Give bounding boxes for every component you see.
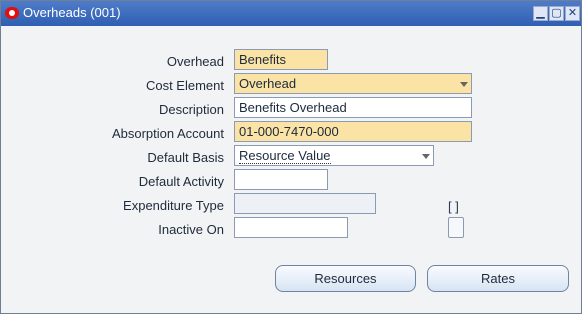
default-activity-label: Default Activity — [138, 174, 224, 189]
descriptive-flexfield-box[interactable] — [448, 217, 464, 238]
absorption-account-field[interactable]: 01-000-7470-000 — [234, 121, 472, 142]
inactive-on-field[interactable] — [234, 217, 348, 238]
resources-button[interactable]: Resources — [275, 265, 416, 292]
window-title: Overheads (001) — [23, 5, 121, 20]
cost-element-label: Cost Element — [145, 78, 224, 93]
chevron-down-icon[interactable] — [419, 147, 432, 164]
title-bar: Overheads (001) ▁ ▢ ✕ — [1, 1, 581, 26]
default-basis-dropdown[interactable]: Resource Value — [234, 145, 434, 166]
checkbox-indicator[interactable]: [ ] — [448, 199, 459, 214]
expenditure-type-field — [234, 193, 376, 214]
cost-element-value: Overhead — [239, 76, 297, 91]
overhead-label: Overhead — [166, 54, 224, 69]
default-basis-value: Resource Value — [239, 148, 331, 164]
default-basis-label: Default Basis — [147, 150, 224, 165]
overhead-value: Benefits — [239, 52, 286, 67]
overheads-window: Overheads (001) ▁ ▢ ✕ Overhead Benefits … — [0, 0, 582, 314]
description-field[interactable]: Benefits Overhead — [234, 97, 472, 118]
description-label: Description — [158, 102, 224, 117]
overhead-field[interactable]: Benefits — [234, 49, 328, 70]
chevron-down-icon[interactable] — [457, 75, 470, 92]
oracle-icon — [5, 7, 19, 19]
inactive-on-label: Inactive On — [158, 222, 224, 237]
minimize-icon[interactable]: ▁ — [533, 6, 548, 21]
close-icon[interactable]: ✕ — [565, 6, 580, 21]
expenditure-type-label: Expenditure Type — [123, 198, 224, 213]
rates-button[interactable]: Rates — [427, 265, 569, 292]
description-value: Benefits Overhead — [239, 100, 347, 115]
default-activity-field[interactable] — [234, 169, 328, 190]
absorption-account-value: 01-000-7470-000 — [239, 124, 339, 139]
absorption-account-label: Absorption Account — [111, 126, 224, 141]
cost-element-dropdown[interactable]: Overhead — [234, 73, 472, 94]
maximize-icon[interactable]: ▢ — [549, 6, 564, 21]
